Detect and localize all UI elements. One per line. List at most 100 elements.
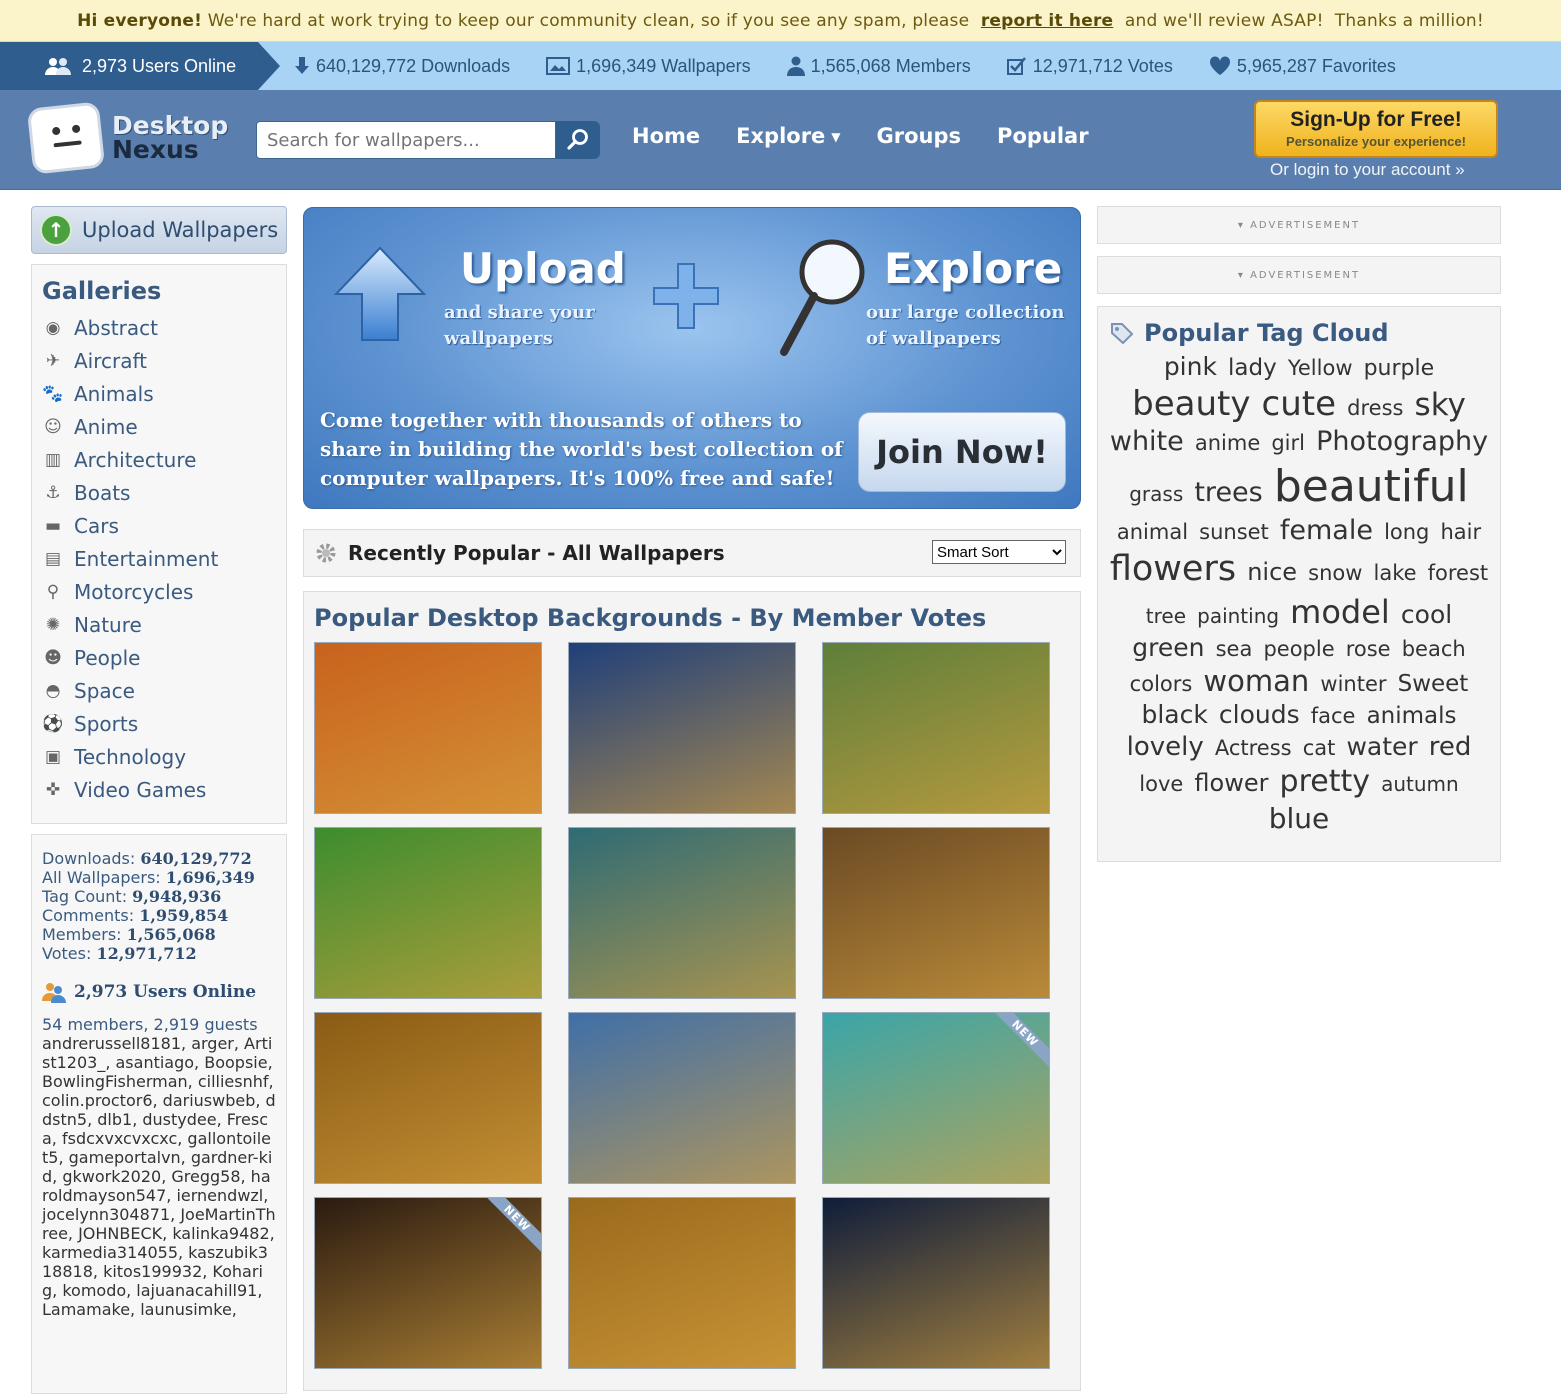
sort-select[interactable]: Smart Sort xyxy=(932,540,1066,564)
tag-link[interactable]: forest xyxy=(1428,560,1489,586)
gallery-item-label: Sports xyxy=(74,711,139,736)
tag-link[interactable]: model xyxy=(1290,592,1390,632)
tag-link[interactable]: black xyxy=(1141,699,1207,730)
nav-explore[interactable]: Explore ▼ xyxy=(736,124,840,148)
thumb-lake-reflection[interactable] xyxy=(568,827,796,999)
tag-link[interactable]: face xyxy=(1311,703,1356,729)
report-spam-link[interactable]: report it here xyxy=(981,11,1113,31)
thumb-halloween-scarecrow[interactable] xyxy=(822,1197,1050,1369)
tag-link[interactable]: lady xyxy=(1228,354,1277,383)
thumb-golden-hills[interactable] xyxy=(314,1012,542,1184)
tag-link[interactable]: woman xyxy=(1203,663,1309,699)
gallery-item[interactable]: ⚽ Sports xyxy=(42,707,276,740)
tag-link[interactable]: long xyxy=(1384,519,1429,545)
nav-home[interactable]: Home xyxy=(632,124,700,148)
tag-link[interactable]: clouds xyxy=(1219,699,1300,730)
tag-link[interactable]: red xyxy=(1429,731,1472,764)
tag-link[interactable]: hair xyxy=(1440,519,1481,545)
nav-groups[interactable]: Groups xyxy=(877,124,962,148)
tag-link[interactable]: grass xyxy=(1129,482,1183,507)
tag-link[interactable]: lake xyxy=(1374,560,1417,586)
signup-button[interactable]: Sign-Up for Free! Personalize your exper… xyxy=(1254,100,1498,158)
tag-link[interactable]: dress xyxy=(1347,395,1403,421)
tag-link[interactable]: flower xyxy=(1194,768,1268,798)
tag-link[interactable]: flowers xyxy=(1110,548,1236,592)
thumb-coastal-cove[interactable]: NEW xyxy=(822,1012,1050,1184)
tag-link[interactable]: Yellow xyxy=(1288,355,1353,381)
gallery-item[interactable]: ⚓ Boats xyxy=(42,476,276,509)
tag-link[interactable]: pink xyxy=(1164,351,1217,382)
desktop-nexus-logo[interactable]: Desktop Nexus xyxy=(26,98,230,178)
stat-wallpapers: 1,696,349 Wallpapers xyxy=(546,56,751,77)
tag-link[interactable]: water xyxy=(1346,731,1417,762)
tag-link[interactable]: painting xyxy=(1197,604,1279,629)
tag-link[interactable]: beautiful xyxy=(1274,459,1469,514)
tag-link[interactable]: female xyxy=(1280,514,1373,548)
gallery-item[interactable]: ✺ Nature xyxy=(42,608,276,641)
gallery-item[interactable]: ✜ Video Games xyxy=(42,773,276,806)
upload-wallpapers-button[interactable]: ↑ Upload Wallpapers xyxy=(31,206,287,254)
tag-link[interactable]: animal xyxy=(1117,519,1188,545)
tag-link[interactable]: Sweet xyxy=(1398,670,1469,699)
tag-link[interactable]: white xyxy=(1110,425,1184,459)
nav-popular[interactable]: Popular xyxy=(997,124,1089,148)
tag-link[interactable]: nice xyxy=(1247,557,1297,587)
tag-link[interactable]: beauty xyxy=(1132,383,1250,426)
tag-link[interactable]: lovely xyxy=(1127,731,1204,764)
thumb-trick-or-treat-pumpkin[interactable] xyxy=(314,827,542,999)
member-icon xyxy=(786,56,805,76)
tag-link[interactable]: rose xyxy=(1346,636,1391,662)
tag-link[interactable]: animals xyxy=(1367,702,1457,731)
tag-link[interactable]: sunset xyxy=(1199,519,1269,545)
gallery-item[interactable]: ▣ Technology xyxy=(42,740,276,773)
thumb-halloween-witch-night[interactable] xyxy=(568,642,796,814)
tag-link[interactable]: tree xyxy=(1146,604,1186,629)
tag-link[interactable]: winter xyxy=(1320,671,1386,697)
thumb-mountain-autumn-forest[interactable] xyxy=(822,642,1050,814)
thumb-jack-o-lanterns[interactable]: NEW xyxy=(314,1197,542,1369)
gallery-item[interactable]: ◓ Space xyxy=(42,674,276,707)
gallery-item[interactable]: ✈ Aircraft xyxy=(42,344,276,377)
tag-link[interactable]: purple xyxy=(1364,355,1435,383)
tag-link[interactable]: Photography xyxy=(1316,425,1488,459)
join-banner[interactable]: Upload and share your wallpapers Explore… xyxy=(303,207,1081,509)
tag-link[interactable]: sea xyxy=(1216,636,1253,662)
gallery-item[interactable]: ▤ Entertainment xyxy=(42,542,276,575)
tag-link[interactable]: cool xyxy=(1401,599,1452,630)
thumb-autumn-path[interactable] xyxy=(568,1197,796,1369)
tag-link[interactable]: blue xyxy=(1269,801,1330,836)
search-button[interactable] xyxy=(556,121,600,159)
tag-link[interactable]: autumn xyxy=(1381,772,1459,797)
tag-link[interactable]: anime xyxy=(1195,430,1260,456)
banner-explore-title: Explore xyxy=(884,244,1063,293)
join-now-button[interactable]: Join Now! xyxy=(858,412,1066,492)
users-online-tab[interactable]: 2,973 Users Online xyxy=(0,42,280,90)
tag-link[interactable]: pretty xyxy=(1280,763,1370,801)
tag-link[interactable]: cute xyxy=(1262,383,1337,426)
tag-link[interactable]: colors xyxy=(1130,671,1193,697)
gallery-item[interactable]: ◉ Abstract xyxy=(42,311,276,344)
gallery-item[interactable]: ☺ Anime xyxy=(42,410,276,443)
tag-link[interactable]: Actress xyxy=(1215,735,1292,761)
gallery-item[interactable]: ▬ Cars xyxy=(42,509,276,542)
banner-explore-subtitle: our large collection of wallpapers xyxy=(866,302,1065,349)
tag-link[interactable]: love xyxy=(1139,771,1183,797)
gallery-item[interactable]: ⚲ Motorcycles xyxy=(42,575,276,608)
tag-link[interactable]: girl xyxy=(1271,430,1305,456)
tag-link[interactable]: beach xyxy=(1402,636,1466,662)
gallery-item[interactable]: 🐾 Animals xyxy=(42,377,276,410)
tag-link[interactable]: cat xyxy=(1303,735,1336,761)
tag-link[interactable]: people xyxy=(1263,636,1334,662)
thumb-autumn-tree-sky[interactable] xyxy=(568,1012,796,1184)
search-input[interactable] xyxy=(256,121,556,159)
gallery-item[interactable]: ☻ People xyxy=(42,641,276,674)
gallery-item[interactable]: ▥ Architecture xyxy=(42,443,276,476)
tag-link[interactable]: snow xyxy=(1308,560,1362,586)
login-link[interactable]: Or login to your account » xyxy=(1270,160,1465,180)
thumb-autumn-pumpkins-basket[interactable] xyxy=(314,642,542,814)
tag-link[interactable]: sky xyxy=(1415,386,1466,425)
tag-link[interactable]: trees xyxy=(1194,476,1262,510)
advertisement-slot-1: ▾ ADVERTISEMENT xyxy=(1097,206,1501,244)
tag-link[interactable]: green xyxy=(1132,632,1204,663)
thumb-waterfall-autumn[interactable] xyxy=(822,827,1050,999)
